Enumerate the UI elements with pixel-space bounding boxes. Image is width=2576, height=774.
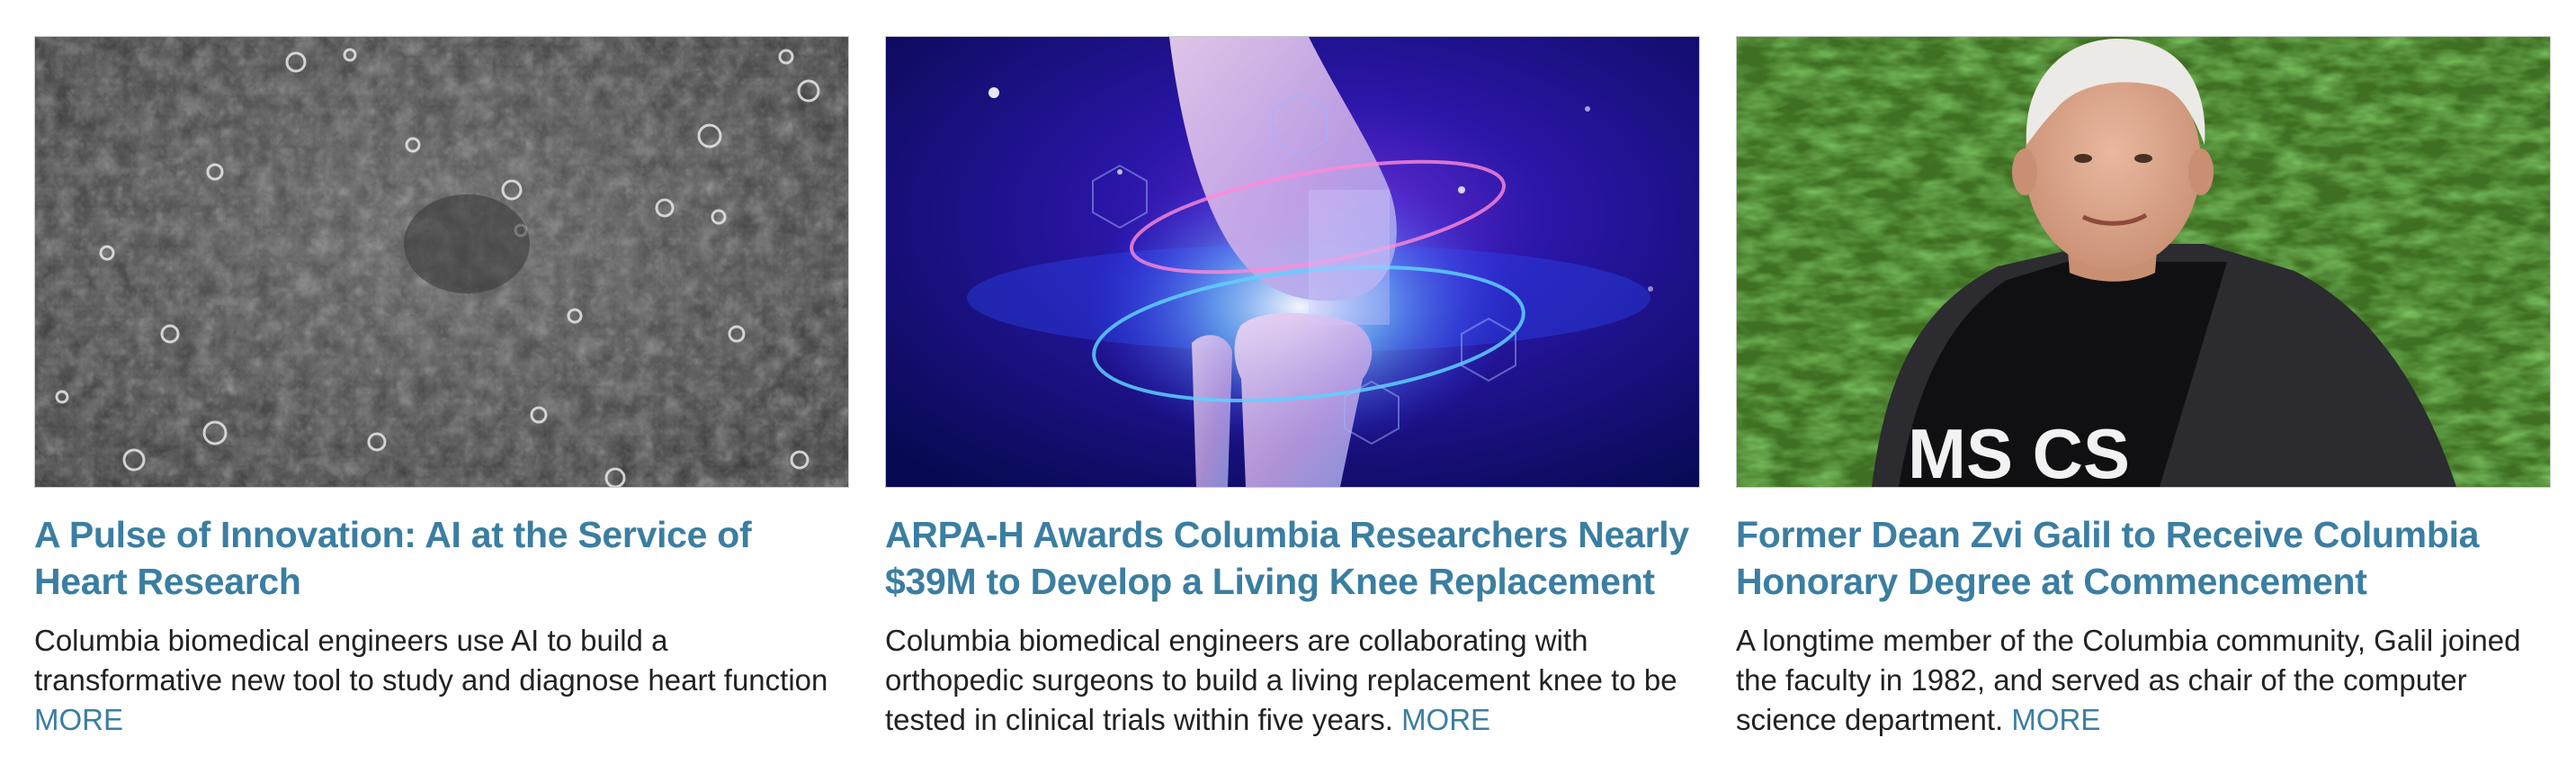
news-card-summary-text: Columbia biomedical engineers use AI to … (34, 624, 828, 697)
news-card-summary: Columbia biomedical engineers are collab… (885, 621, 1700, 740)
more-link[interactable]: MORE (2011, 703, 2100, 736)
news-card: MS CS Former Dean Zvi Galil to Receive C… (1736, 36, 2551, 740)
zvi-galil-portrait-image: MS CS (1737, 37, 2550, 487)
news-card-summary: A longtime member of the Columbia commun… (1736, 621, 2551, 740)
news-card: A Pulse of Innovation: AI at the Service… (34, 36, 849, 740)
news-card-grid: A Pulse of Innovation: AI at the Service… (34, 36, 2551, 740)
news-card-summary-text: A longtime member of the Columbia commun… (1736, 624, 2521, 736)
news-card-image[interactable]: MS CS (1736, 36, 2551, 488)
shirt-print: MS CS (1908, 414, 2130, 487)
news-card-title[interactable]: Former Dean Zvi Galil to Receive Columbi… (1736, 511, 2551, 605)
heart-cells-microscopy-image (35, 37, 848, 487)
news-card-title[interactable]: A Pulse of Innovation: AI at the Service… (34, 511, 849, 605)
svg-text:MS CS: MS CS (1908, 414, 2130, 487)
news-card-summary-text: Columbia biomedical engineers are collab… (885, 624, 1677, 736)
news-card: ARPA-H Awards Columbia Researchers Nearl… (885, 36, 1700, 740)
news-card-image[interactable] (34, 36, 849, 488)
more-link[interactable]: MORE (34, 703, 123, 736)
news-card-title[interactable]: ARPA-H Awards Columbia Researchers Nearl… (885, 511, 1700, 605)
more-link[interactable]: MORE (1401, 703, 1490, 736)
news-card-summary: Columbia biomedical engineers use AI to … (34, 621, 849, 740)
knee-joint-illustration-image (886, 37, 1699, 487)
news-card-image[interactable] (885, 36, 1700, 488)
